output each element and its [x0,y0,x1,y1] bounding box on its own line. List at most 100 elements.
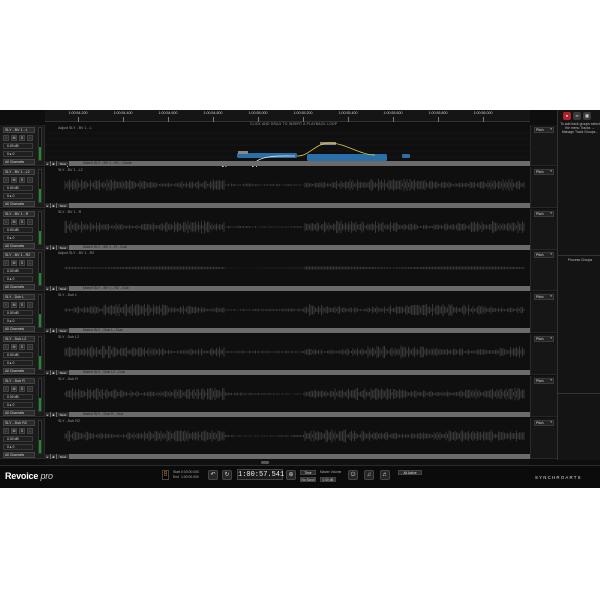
track-pan-field[interactable]: 0 ▸ 0 [3,318,33,325]
link-icon[interactable]: ∞ [573,112,581,120]
bypass-icon[interactable]: ■ [51,161,56,166]
process-bar[interactable]: ▸ ■ New Match SLY - BV 1 - R - Dub [45,244,530,250]
pitch-select[interactable]: Pitch [534,168,554,175]
master-volume-field[interactable]: 0.00 dB [320,477,336,482]
track-pan-field[interactable]: 0 ▸ 0 [3,443,33,450]
view-mode-select[interactable]: Time [300,470,316,475]
pitch-select[interactable]: Pitch [534,377,554,384]
input-monitor-button[interactable]: I [3,385,9,392]
track-name-field[interactable]: SLY - Dub R2 [3,419,35,426]
track-pan-field[interactable]: 0 ▸ 0 [3,234,33,241]
bypass-icon[interactable]: ■ [51,370,56,375]
mute-button[interactable]: M [11,302,17,309]
play-icon[interactable]: ▸ [45,328,50,334]
track-pan-field[interactable]: 0 ▸ 0 [3,360,33,366]
track-lane[interactable]: SLY - BV 1 - L2 [45,166,530,208]
bypass-icon[interactable]: ■ [51,286,56,292]
track-volume-field[interactable]: 0.00 dB [3,352,33,358]
input-monitor-button[interactable]: I [3,218,9,225]
play-icon[interactable]: ▸ [45,370,50,375]
power-icon[interactable]: ⏻ [348,470,358,480]
new-process-button[interactable]: New [57,453,70,459]
play-icon[interactable]: ▸ [45,453,50,459]
track-pan-field[interactable]: 0 ▸ 0 [3,276,33,283]
bypass-icon[interactable]: ■ [51,411,56,417]
play-icon[interactable]: ▸ [45,411,50,417]
track-volume-field[interactable]: 0.00 dB [3,226,33,233]
undo-icon[interactable]: ↶ [208,470,218,480]
channel-select[interactable]: All Channels [3,368,35,374]
speaker-icon[interactable]: ♪ [27,344,33,350]
speaker-icon[interactable]: ♪ [27,427,33,434]
input-monitor-button[interactable]: I [3,302,9,309]
channel-select[interactable]: All Channels [3,159,35,165]
track-lane[interactable]: SLY - Dub L [45,292,530,334]
input-monitor-button[interactable]: I [3,427,9,434]
scrollbar-thumb[interactable] [261,461,269,464]
bypass-icon[interactable]: ■ [51,244,56,250]
speaker-icon[interactable]: ♪ [27,302,33,309]
speaker-icon[interactable]: ♪ [27,218,33,225]
guitar-icon[interactable]: ♫ [364,470,374,480]
track-name-field[interactable]: SLY - Dub R [3,377,35,384]
speaker-icon[interactable]: ♪ [27,176,33,183]
target-pitch-segment[interactable] [238,151,248,154]
process-bar[interactable]: ▸ ■ New Match SLY - Dub L2 - Dub [45,370,530,375]
track-lane[interactable]: SLY - BV 1 - R [45,208,530,250]
solo-button[interactable]: S [19,176,25,183]
pitch-select[interactable]: Pitch [534,127,554,133]
track-lane[interactable]: SLY - Dub R2 [45,417,530,459]
channel-select[interactable]: All Channels [3,200,35,207]
record-icon[interactable]: ● [563,112,571,120]
solo-button[interactable]: S [19,344,25,350]
solo-button[interactable]: S [19,302,25,309]
play-icon[interactable]: ▸ [45,286,50,292]
play-icon[interactable]: ▸ [45,244,50,250]
channel-select[interactable]: All Channels [3,242,35,249]
pitch-note-blob[interactable] [402,154,410,158]
input-monitor-button[interactable]: I [3,260,9,267]
track-pan-field[interactable]: 0 ▸ 0 [3,151,33,157]
input-monitor-button[interactable]: I [3,135,9,141]
track-pan-field[interactable]: 0 ▸ 0 [3,192,33,199]
new-process-button[interactable]: New [57,286,70,292]
new-process-button[interactable]: New [57,202,70,208]
grid-icon[interactable]: ▦ [583,112,591,120]
channel-select[interactable]: All Channels [3,409,35,416]
process-bar[interactable]: ▸ ■ New Match SLY - BV 1 - R1 - Guide [45,161,530,166]
mute-button[interactable]: M [11,260,17,267]
mute-button[interactable]: M [11,176,17,183]
bypass-icon[interactable]: ■ [51,328,56,334]
speaker-icon[interactable]: ♪ [27,135,33,141]
speaker-icon[interactable]: ♪ [27,260,33,267]
track-lane[interactable]: SLY - Dub L2 [45,334,530,375]
new-process-button[interactable]: New [57,411,70,417]
channel-select[interactable]: All Channels [3,326,35,333]
mute-button[interactable]: M [11,218,17,225]
track-lane[interactable]: SLY - Dub R [45,375,530,417]
mute-button[interactable]: M [11,427,17,434]
input-monitor-button[interactable]: I [3,344,9,350]
track-volume-field[interactable]: 0.00 dB [3,143,33,149]
mute-button[interactable]: M [11,135,17,141]
timeline-ruler[interactable]: 1:00:54.200 1:00:54.400 1:00:54.600 1:00:54… [45,110,530,122]
scroll-mode-select[interactable]: No Scroll [300,477,316,482]
bypass-icon[interactable]: ■ [51,453,56,459]
track-name-field[interactable]: SLY - Dub L [3,294,35,301]
input-monitor-button[interactable]: I [3,176,9,183]
speaker-icon[interactable]: ♬ [380,470,390,480]
pitch-select[interactable]: Pitch [534,336,554,342]
new-process-button[interactable]: New [57,328,70,334]
new-process-button[interactable]: New [57,370,70,375]
pitch-select[interactable]: Pitch [534,210,554,217]
process-bar[interactable]: ▸ ■ New [45,453,530,459]
mute-button[interactable]: M [11,344,17,350]
pitch-select[interactable]: Pitch [534,252,554,259]
crosshair-icon[interactable]: ⊕ [286,470,296,480]
solo-button[interactable]: S [19,218,25,225]
track-name-field[interactable]: SLY - BV 1 - L2 [3,168,35,175]
mute-button[interactable]: M [11,385,17,392]
speaker-icon[interactable]: ♪ [27,385,33,392]
track-name-field[interactable]: SLY - BV 1 - R2 [3,252,35,259]
pitch-select[interactable]: Pitch [534,419,554,426]
